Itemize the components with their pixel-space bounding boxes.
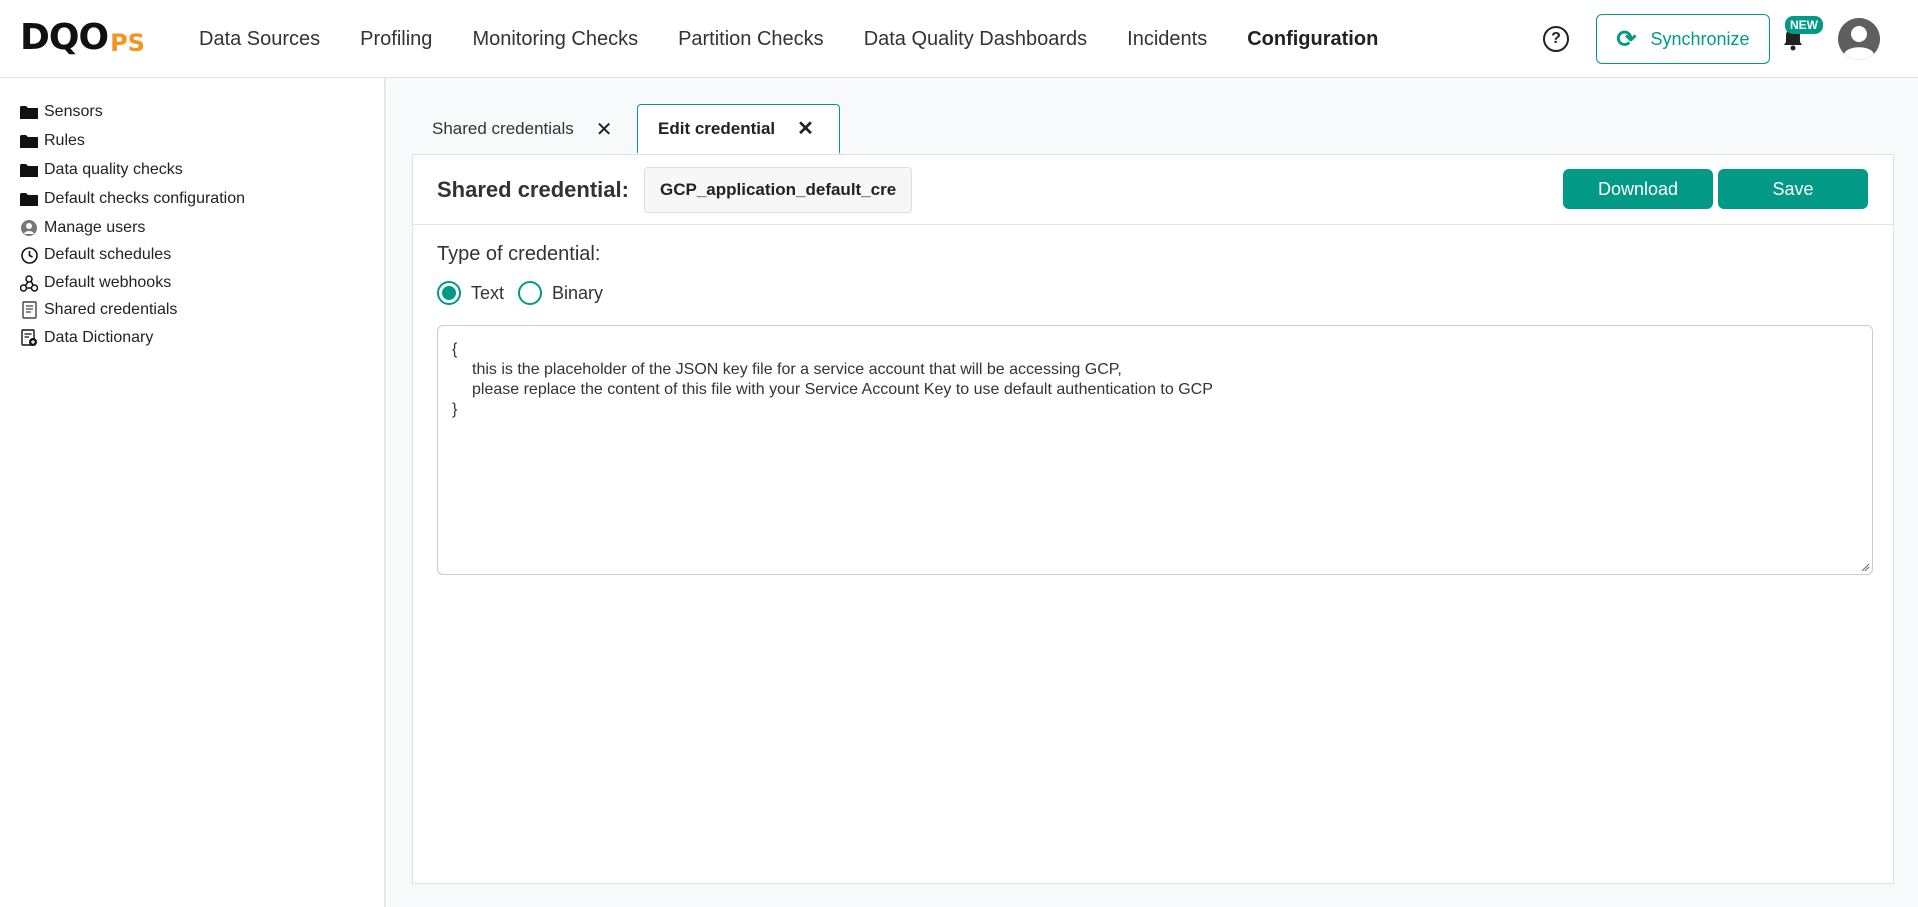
credential-content-textarea[interactable]: { this is the placeholder of the JSON ke… [437,325,1873,575]
top-bar: DQO PS Data Sources Profiling Monitoring… [0,0,1918,78]
sync-icon: ⟳ [1616,25,1637,53]
folder-icon [20,190,38,208]
logo-suffix-text: PS [110,29,145,57]
sidebar-item-label: Sensors [44,103,103,120]
sidebar-item-label: Data quality checks [44,161,183,178]
folder-icon [20,103,38,121]
radio-selected-dot [442,286,456,300]
tab-label: Edit credential [658,118,776,138]
webhook-icon [20,274,38,292]
close-icon[interactable]: ✕ [596,117,613,142]
radio-option-binary[interactable]: Binary [518,281,603,305]
tab-label: Shared credentials [432,119,574,138]
user-avatar[interactable] [1838,18,1880,60]
nav-monitoring-checks[interactable]: Monitoring Checks [472,28,638,51]
sidebar-item-label: Default checks configuration [44,190,245,207]
synchronize-label: Synchronize [1650,28,1750,49]
panel-header: Shared credential: Download Save [413,155,1893,225]
content-line: this is the placeholder of the JSON key … [472,361,1122,378]
nav-data-sources[interactable]: Data Sources [199,28,320,51]
sidebar-item-default-webhooks[interactable]: Default webhooks [20,271,171,295]
main-nav: Data Sources Profiling Monitoring Checks… [199,0,1418,78]
sidebar-item-label: Default webhooks [44,274,172,291]
new-badge: NEW [1785,16,1823,34]
radio-binary-label: Binary [552,282,604,303]
credential-type-label: Type of credential: [437,243,601,265]
clock-icon [20,246,38,264]
sidebar-item-label: Manage users [44,219,146,236]
tab-edit-credential[interactable]: Edit credential ✕ [637,104,840,154]
credential-name-input[interactable] [644,167,912,213]
content-line: please replace the content of this file … [472,381,1213,398]
synchronize-button[interactable]: ⟳ Synchronize [1596,14,1770,64]
sidebar: Sensors Rules Data quality checks Defaul… [0,78,386,907]
sidebar-item-label: Shared credentials [44,301,178,318]
user-icon [20,219,38,237]
dqops-logo[interactable]: DQO PS [20,18,145,58]
sidebar-item-rules[interactable]: Rules [20,129,85,153]
folder-icon [20,161,38,179]
help-icon[interactable]: ? [1543,26,1569,52]
nav-profiling[interactable]: Profiling [360,28,432,51]
sidebar-item-data-dictionary[interactable]: Data Dictionary [20,326,153,350]
main-content: Shared credentials ✕ Edit credential ✕ S… [388,78,1918,907]
logo-main-text: DQO [20,17,109,58]
sidebar-item-default-schedules[interactable]: Default schedules [20,243,171,267]
download-button[interactable]: Download [1563,169,1713,209]
dictionary-icon [20,329,38,347]
radio-text-label: Text [471,282,505,303]
nav-partition-checks[interactable]: Partition Checks [678,28,824,51]
resize-grip-icon[interactable] [1860,562,1870,572]
sidebar-item-label: Data Dictionary [44,329,154,346]
sidebar-item-label: Default schedules [44,246,172,263]
sidebar-item-shared-credentials[interactable]: Shared credentials [20,298,177,322]
content-line: } [452,401,458,418]
sidebar-item-sensors[interactable]: Sensors [20,100,103,124]
content-line: { [452,341,458,358]
sidebar-item-label: Rules [44,132,85,149]
tab-shared-credentials[interactable]: Shared credentials ✕ [432,104,627,154]
nav-configuration[interactable]: Configuration [1247,28,1378,51]
folder-icon [20,132,38,150]
avatar-icon [1838,18,1880,60]
radio-option-text[interactable]: Text [437,281,504,305]
credential-type-group: Text Binary [437,281,617,305]
radio-text[interactable] [437,281,461,305]
credential-name-label: Shared credential: [437,177,629,202]
credential-editor-panel: Shared credential: Download Save Type of… [412,154,1894,884]
radio-binary[interactable] [518,281,543,305]
sidebar-item-data-quality-checks[interactable]: Data quality checks [20,158,183,182]
document-icon [20,301,38,319]
save-button[interactable]: Save [1718,169,1868,209]
close-icon[interactable]: ✕ [797,116,814,141]
sidebar-item-default-checks-configuration[interactable]: Default checks configuration [20,187,245,211]
nav-incidents[interactable]: Incidents [1127,28,1207,51]
nav-data-quality-dashboards[interactable]: Data Quality Dashboards [864,28,1087,51]
sidebar-item-manage-users[interactable]: Manage users [20,216,145,240]
